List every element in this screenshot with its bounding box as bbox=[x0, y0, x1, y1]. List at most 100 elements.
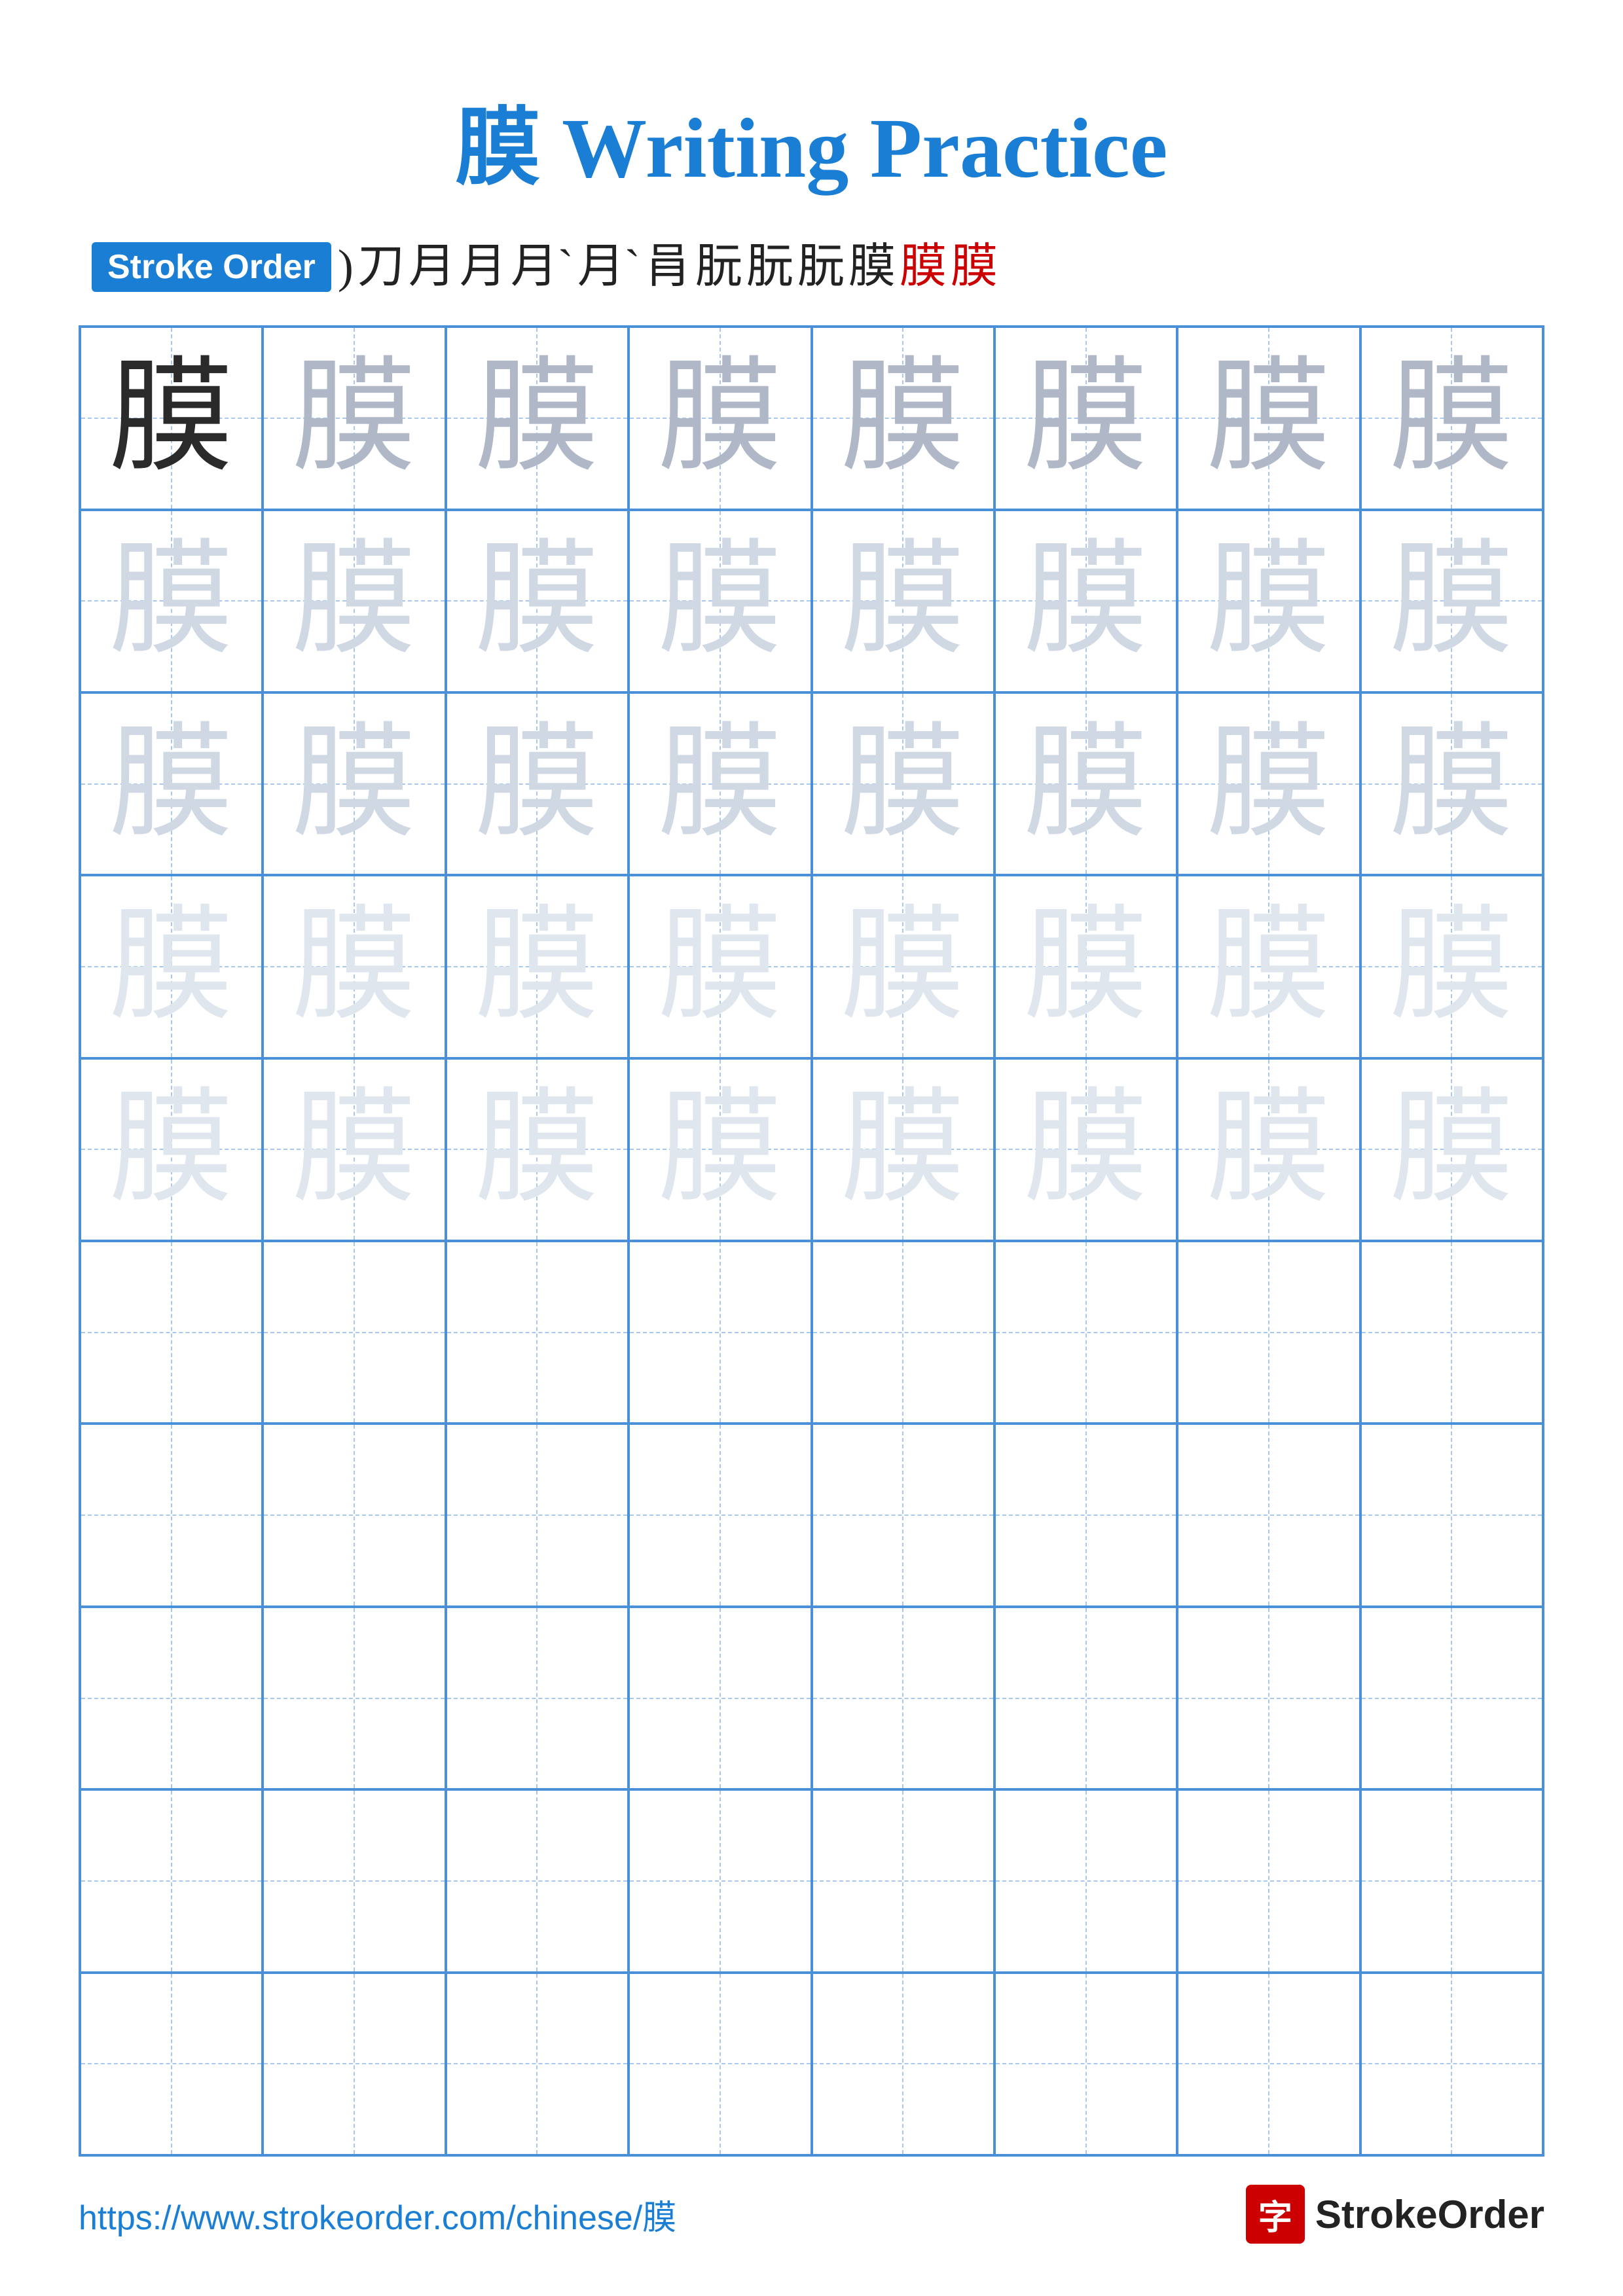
grid-cell-4-3: 膜 bbox=[629, 1058, 811, 1241]
grid-char-3-2: 膜 bbox=[475, 905, 599, 1029]
grid-cell-6-0 bbox=[80, 1424, 263, 1606]
grid-cell-1-5: 膜 bbox=[994, 510, 1177, 692]
grid-char-2-7: 膜 bbox=[1389, 722, 1514, 846]
grid-cell-3-5: 膜 bbox=[994, 875, 1177, 1058]
grid-char-4-1: 膜 bbox=[292, 1087, 416, 1211]
grid-row-0: 膜膜膜膜膜膜膜膜 bbox=[80, 327, 1543, 509]
grid-cell-5-0 bbox=[80, 1241, 263, 1424]
stroke-char-11: 膜 bbox=[900, 241, 947, 293]
grid-char-2-2: 膜 bbox=[475, 722, 599, 846]
grid-cell-5-2 bbox=[446, 1241, 629, 1424]
footer-logo: 字 StrokeOrder bbox=[1246, 2185, 1544, 2244]
grid-cell-6-5 bbox=[994, 1424, 1177, 1606]
grid-cell-1-4: 膜 bbox=[812, 510, 994, 692]
stroke-char-9: 朊 bbox=[797, 241, 845, 293]
grid-cell-3-7: 膜 bbox=[1360, 875, 1543, 1058]
grid-char-4-3: 膜 bbox=[658, 1087, 782, 1211]
grid-cell-8-3 bbox=[629, 1789, 811, 1972]
grid-char-0-0: 膜 bbox=[109, 356, 234, 480]
grid-cell-4-2: 膜 bbox=[446, 1058, 629, 1241]
grid-char-2-5: 膜 bbox=[1024, 722, 1148, 846]
grid-cell-8-1 bbox=[263, 1789, 445, 1972]
grid-cell-9-7 bbox=[1360, 1973, 1543, 2155]
grid-cell-7-1 bbox=[263, 1607, 445, 1789]
footer-logo-char: 字 bbox=[1258, 2190, 1292, 2239]
stroke-char-3: 月 bbox=[460, 241, 507, 293]
grid-cell-2-7: 膜 bbox=[1360, 692, 1543, 875]
grid-char-3-1: 膜 bbox=[292, 905, 416, 1029]
grid-char-1-7: 膜 bbox=[1389, 539, 1514, 663]
grid-cell-0-1: 膜 bbox=[263, 327, 445, 509]
grid-cell-0-7: 膜 bbox=[1360, 327, 1543, 509]
grid-cell-9-4 bbox=[812, 1973, 994, 2155]
grid-char-2-1: 膜 bbox=[292, 722, 416, 846]
page: 膜 Writing Practice Stroke Order )刀月月月`月`… bbox=[0, 0, 1623, 2296]
stroke-char-12: 膜 bbox=[951, 241, 998, 293]
grid-char-0-5: 膜 bbox=[1024, 356, 1148, 480]
stroke-order-badge: Stroke Order bbox=[92, 242, 331, 292]
grid-cell-5-5 bbox=[994, 1241, 1177, 1424]
footer: https://www.strokeorder.com/chinese/膜 字 … bbox=[79, 2185, 1544, 2244]
grid-cell-6-3 bbox=[629, 1424, 811, 1606]
grid-cell-2-5: 膜 bbox=[994, 692, 1177, 875]
grid-row-8 bbox=[80, 1789, 1543, 1972]
grid-cell-6-7 bbox=[1360, 1424, 1543, 1606]
grid-cell-5-1 bbox=[263, 1241, 445, 1424]
grid-cell-5-3 bbox=[629, 1241, 811, 1424]
stroke-char-5: 月` bbox=[577, 241, 640, 293]
grid-cell-8-2 bbox=[446, 1789, 629, 1972]
grid-char-1-4: 膜 bbox=[841, 539, 965, 663]
grid-row-4: 膜膜膜膜膜膜膜膜 bbox=[80, 1058, 1543, 1241]
grid-cell-0-4: 膜 bbox=[812, 327, 994, 509]
stroke-char-2: 月 bbox=[409, 241, 456, 293]
grid-cell-4-5: 膜 bbox=[994, 1058, 1177, 1241]
grid-cell-0-6: 膜 bbox=[1177, 327, 1360, 509]
grid-cell-1-1: 膜 bbox=[263, 510, 445, 692]
grid-cell-4-1: 膜 bbox=[263, 1058, 445, 1241]
page-title: 膜 Writing Practice bbox=[456, 79, 1168, 202]
grid-cell-7-4 bbox=[812, 1607, 994, 1789]
grid-cell-7-5 bbox=[994, 1607, 1177, 1789]
grid-cell-9-0 bbox=[80, 1973, 263, 2155]
grid-cell-1-6: 膜 bbox=[1177, 510, 1360, 692]
grid-cell-1-3: 膜 bbox=[629, 510, 811, 692]
stroke-char-6: 肙 bbox=[644, 241, 691, 293]
grid-char-1-0: 膜 bbox=[109, 539, 234, 663]
grid-row-3: 膜膜膜膜膜膜膜膜 bbox=[80, 875, 1543, 1058]
grid-char-1-5: 膜 bbox=[1024, 539, 1148, 663]
stroke-char-0: ) bbox=[338, 241, 354, 293]
grid-cell-0-5: 膜 bbox=[994, 327, 1177, 509]
grid-cell-9-6 bbox=[1177, 1973, 1360, 2155]
grid-row-9 bbox=[80, 1973, 1543, 2155]
stroke-order-section: Stroke Order )刀月月月`月`肙朊朊朊膜膜膜 bbox=[79, 241, 1544, 293]
grid-cell-4-4: 膜 bbox=[812, 1058, 994, 1241]
grid-char-4-5: 膜 bbox=[1024, 1087, 1148, 1211]
grid-cell-2-4: 膜 bbox=[812, 692, 994, 875]
grid-row-5 bbox=[80, 1241, 1543, 1424]
grid-char-4-4: 膜 bbox=[841, 1087, 965, 1211]
grid-cell-4-7: 膜 bbox=[1360, 1058, 1543, 1241]
grid-cell-8-7 bbox=[1360, 1789, 1543, 1972]
grid-cell-3-0: 膜 bbox=[80, 875, 263, 1058]
grid-char-3-3: 膜 bbox=[658, 905, 782, 1029]
grid-cell-4-6: 膜 bbox=[1177, 1058, 1360, 1241]
grid-char-4-7: 膜 bbox=[1389, 1087, 1514, 1211]
grid-cell-9-2 bbox=[446, 1973, 629, 2155]
grid-cell-3-3: 膜 bbox=[629, 875, 811, 1058]
grid-cell-2-1: 膜 bbox=[263, 692, 445, 875]
grid-cell-2-3: 膜 bbox=[629, 692, 811, 875]
grid-cell-3-2: 膜 bbox=[446, 875, 629, 1058]
footer-logo-text: StrokeOrder bbox=[1315, 2192, 1544, 2237]
grid-char-3-0: 膜 bbox=[109, 905, 234, 1029]
grid-row-6 bbox=[80, 1424, 1543, 1606]
grid-cell-9-1 bbox=[263, 1973, 445, 2155]
grid-cell-9-3 bbox=[629, 1973, 811, 2155]
grid-char-1-6: 膜 bbox=[1207, 539, 1331, 663]
grid-cell-0-0: 膜 bbox=[80, 327, 263, 509]
grid-cell-2-2: 膜 bbox=[446, 692, 629, 875]
grid-char-1-3: 膜 bbox=[658, 539, 782, 663]
grid-cell-2-0: 膜 bbox=[80, 692, 263, 875]
grid-cell-5-6 bbox=[1177, 1241, 1360, 1424]
grid-char-3-6: 膜 bbox=[1207, 905, 1331, 1029]
grid-cell-0-3: 膜 bbox=[629, 327, 811, 509]
